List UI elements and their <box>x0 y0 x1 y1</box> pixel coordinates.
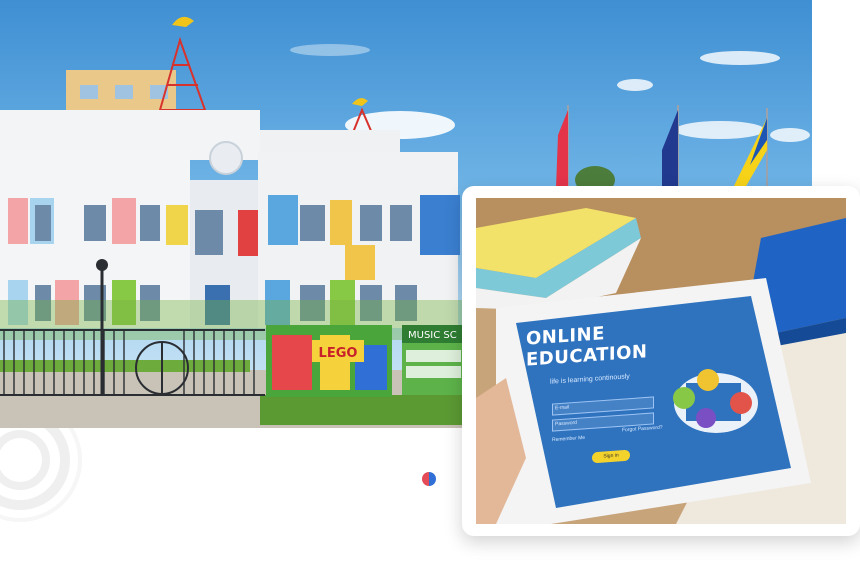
password-placeholder: Password <box>555 419 577 428</box>
music-banner-text: MUSIC SC <box>408 330 457 341</box>
online-education-card: ONLINE EDUCATION life is learning contin… <box>462 186 860 536</box>
lego-banner-text: LEGO <box>319 346 358 361</box>
accent-dot <box>422 472 436 486</box>
email-placeholder: E-mail <box>555 404 570 412</box>
decorative-rings <box>0 410 82 522</box>
